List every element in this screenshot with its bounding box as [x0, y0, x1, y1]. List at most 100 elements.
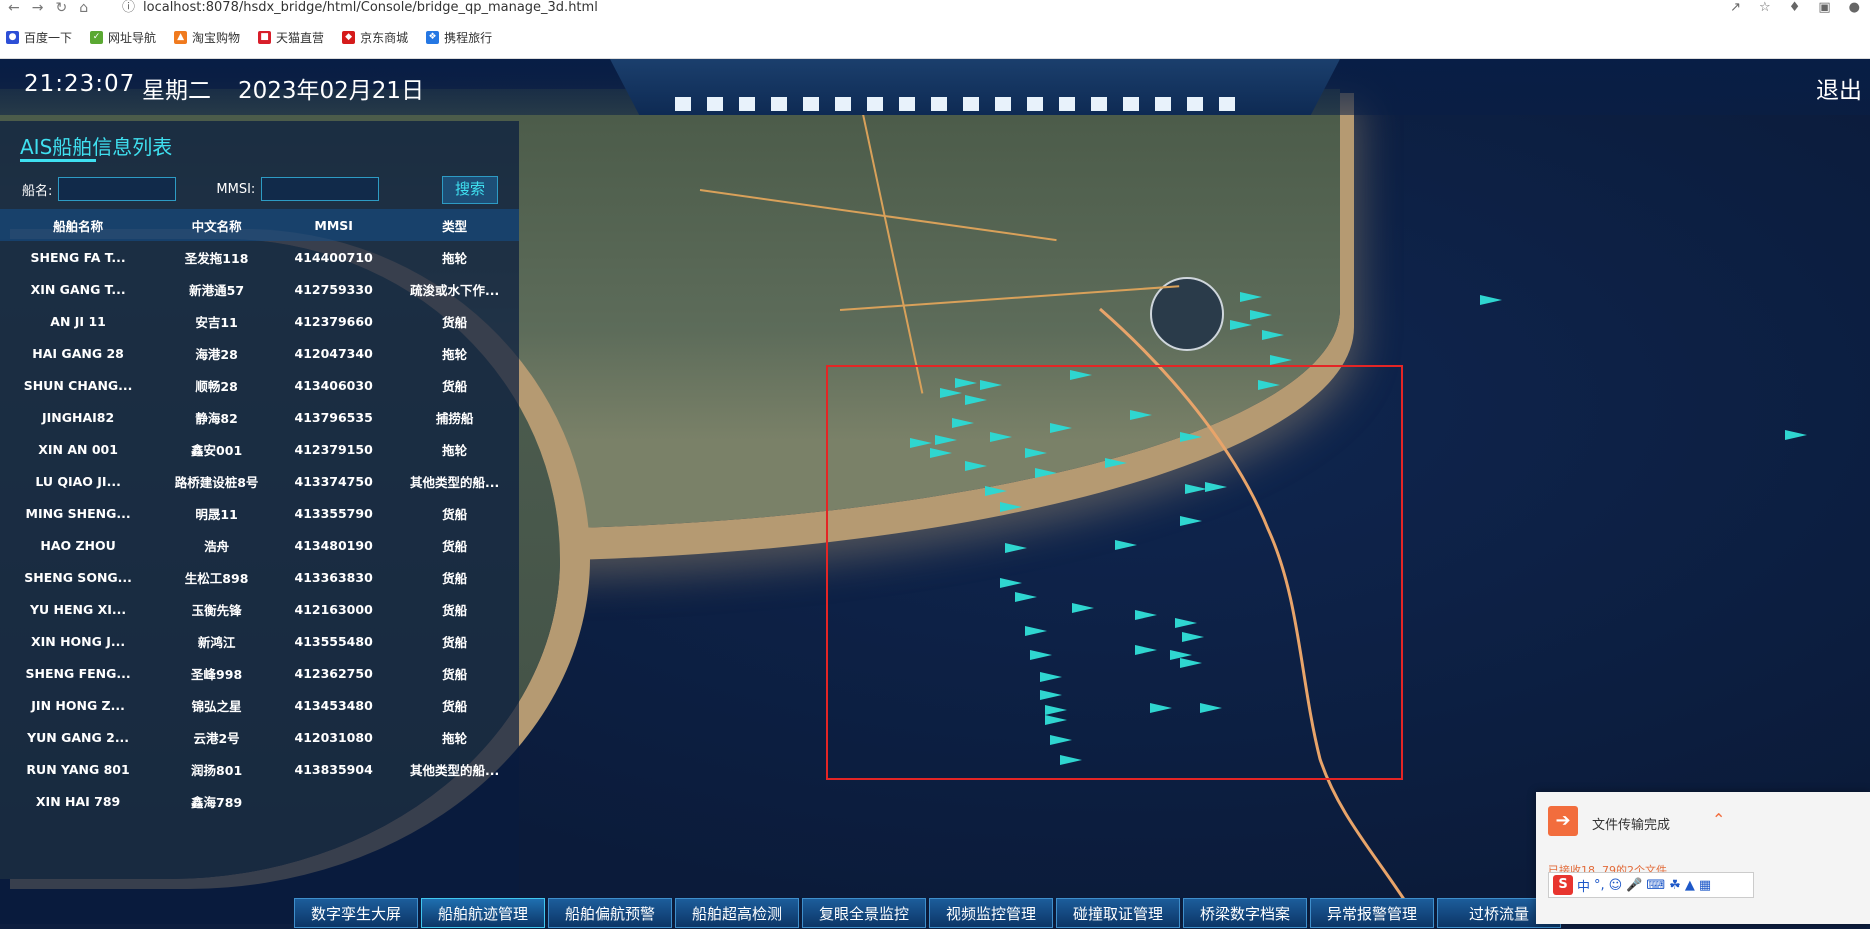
ship-marker[interactable] — [1250, 310, 1272, 320]
ship-marker[interactable] — [1240, 292, 1262, 302]
ship-marker[interactable] — [1785, 430, 1807, 440]
star-icon[interactable]: ☆ — [1759, 0, 1771, 16]
bookmark-hao123[interactable]: ✓ 网址导航 — [90, 29, 156, 46]
ship-marker[interactable] — [1025, 626, 1047, 636]
table-row[interactable]: JIN HONG Z... 锦弘之星 413453480 货船 — [0, 689, 519, 721]
table-row[interactable]: SHENG SONG... 生松工898 413363830 货船 — [0, 561, 519, 593]
mmsi-input[interactable] — [261, 177, 380, 201]
profile-icon[interactable]: ● — [1849, 0, 1860, 16]
ship-marker[interactable] — [1185, 484, 1207, 494]
grid-icon[interactable]: ▦ — [1699, 878, 1711, 893]
reload-icon[interactable]: ↻ — [55, 0, 67, 16]
ship-marker[interactable] — [1258, 380, 1280, 390]
ship-marker[interactable] — [1060, 755, 1082, 765]
ship-marker[interactable] — [985, 486, 1007, 496]
ship-marker[interactable] — [1182, 632, 1204, 642]
col-mmsi[interactable]: MMSI — [277, 209, 391, 241]
search-button[interactable]: 搜索 — [442, 176, 498, 204]
ship-marker[interactable] — [1135, 610, 1157, 620]
ime-mode[interactable]: 中 — [1577, 876, 1590, 895]
mic-icon[interactable]: 🎤 — [1626, 878, 1642, 893]
ship-marker[interactable] — [965, 461, 987, 471]
forward-icon[interactable]: → — [32, 0, 44, 16]
shirt-icon[interactable]: ▲ — [1685, 878, 1695, 893]
table-row[interactable]: SHENG FENG... 圣峰998 412362750 货船 — [0, 657, 519, 689]
ship-marker[interactable] — [952, 418, 974, 428]
ship-marker[interactable] — [1262, 330, 1284, 340]
bookmark-ctrip[interactable]: ❖ 携程旅行 — [426, 29, 492, 46]
ship-marker[interactable] — [990, 432, 1012, 442]
ship-marker[interactable] — [1115, 540, 1137, 550]
ship-marker[interactable] — [1000, 578, 1022, 588]
ship-marker[interactable] — [1135, 645, 1157, 655]
address-bar[interactable]: ⓘ localhost:8078/hsdx_bridge/html/Console… — [122, 0, 598, 16]
table-row[interactable]: MING SHENG... 明晟11 413355790 货船 — [0, 497, 519, 529]
ship-marker[interactable] — [1105, 458, 1127, 468]
share-icon[interactable]: ↗ — [1730, 0, 1741, 16]
col-ship-name[interactable]: 船舶名称 — [0, 209, 157, 241]
ship-marker[interactable] — [1270, 355, 1292, 365]
sidebar-icon[interactable]: ▣ — [1818, 0, 1830, 16]
sogou-icon[interactable]: S — [1553, 875, 1573, 895]
ship-marker[interactable] — [1072, 603, 1094, 613]
ship-marker[interactable] — [1005, 543, 1027, 553]
ship-marker[interactable] — [1050, 735, 1072, 745]
bookmark-jd[interactable]: ◆ 京东商城 — [342, 29, 408, 46]
keyboard-icon[interactable]: ⌨ — [1646, 878, 1665, 893]
col-cn-name[interactable]: 中文名称 — [156, 209, 278, 241]
col-type[interactable]: 类型 — [390, 209, 519, 241]
table-row[interactable]: XIN HONG J... 新鸿江 413555480 货船 — [0, 625, 519, 657]
ship-marker[interactable] — [930, 448, 952, 458]
table-row[interactable]: XIN GANG T... 新港通57 412759330 疏浚或水下作... — [0, 273, 519, 305]
ship-marker[interactable] — [1040, 672, 1062, 682]
table-row[interactable]: HAI GANG 28 海港28 412047340 拖轮 — [0, 337, 519, 369]
table-row[interactable]: XIN HAI 789 鑫海789 — [0, 785, 519, 817]
ship-name-input[interactable] — [58, 177, 177, 201]
extension-icon[interactable]: ♦ — [1789, 0, 1801, 16]
ship-marker[interactable] — [1045, 705, 1067, 715]
table-row[interactable]: YUN GANG 2... 云港2号 412031080 拖轮 — [0, 721, 519, 753]
table-row[interactable]: RUN YANG 801 润扬801 413835904 其他类型的船... — [0, 753, 519, 785]
ship-marker[interactable] — [910, 438, 932, 448]
ship-marker[interactable] — [1070, 370, 1092, 380]
chevron-up-icon[interactable]: ⌃ — [1712, 810, 1725, 829]
bookmark-baidu[interactable]: ● 百度一下 — [6, 29, 72, 46]
ship-marker[interactable] — [1175, 618, 1197, 628]
table-row[interactable]: SHENG FA T... 圣发拖118 414400710 拖轮 — [0, 241, 519, 273]
ship-marker[interactable] — [1030, 650, 1052, 660]
ship-marker[interactable] — [1040, 690, 1062, 700]
ship-marker[interactable] — [1480, 295, 1502, 305]
table-row[interactable]: AN JI 11 安吉11 412379660 货船 — [0, 305, 519, 337]
table-row[interactable]: SHUN CHANG... 顺畅28 413406030 货船 — [0, 369, 519, 401]
home-icon[interactable]: ⌂ — [79, 0, 88, 16]
table-row[interactable]: YU HENG XI... 玉衡先锋 412163000 货船 — [0, 593, 519, 625]
ship-marker[interactable] — [1025, 448, 1047, 458]
ship-marker[interactable] — [1200, 703, 1222, 713]
skin-icon[interactable]: ☘ — [1669, 878, 1681, 893]
logout-button[interactable]: 退出 — [1816, 71, 1862, 105]
ship-marker[interactable] — [1015, 592, 1037, 602]
ship-marker[interactable] — [1050, 423, 1072, 433]
ship-marker[interactable] — [1180, 658, 1202, 668]
ship-marker[interactable] — [955, 378, 977, 388]
ship-marker[interactable] — [1205, 482, 1227, 492]
ship-marker[interactable] — [1035, 468, 1057, 478]
emoji-icon[interactable]: ☺ — [1609, 878, 1623, 893]
table-row[interactable]: XIN AN 001 鑫安001 412379150 拖轮 — [0, 433, 519, 465]
ship-marker[interactable] — [1130, 410, 1152, 420]
ship-marker[interactable] — [1150, 703, 1172, 713]
ship-marker[interactable] — [1000, 502, 1022, 512]
ship-marker[interactable] — [935, 435, 957, 445]
ship-marker[interactable] — [965, 395, 987, 405]
ship-marker[interactable] — [940, 388, 962, 398]
ship-marker[interactable] — [980, 380, 1002, 390]
ship-marker[interactable] — [1045, 715, 1067, 725]
table-row[interactable]: HAO ZHOU 浩舟 413480190 货船 — [0, 529, 519, 561]
bookmark-taobao[interactable]: ▲ 淘宝购物 — [174, 29, 240, 46]
ship-marker[interactable] — [1180, 516, 1202, 526]
back-icon[interactable]: ← — [8, 0, 20, 16]
table-row[interactable]: LU QIAO JI... 路桥建设桩8号 413374750 其他类型的船... — [0, 465, 519, 497]
bookmark-tmall[interactable]: ■ 天猫直营 — [258, 29, 324, 46]
ship-marker[interactable] — [1230, 320, 1252, 330]
table-row[interactable]: JINGHAI82 静海82 413796535 捕捞船 — [0, 401, 519, 433]
